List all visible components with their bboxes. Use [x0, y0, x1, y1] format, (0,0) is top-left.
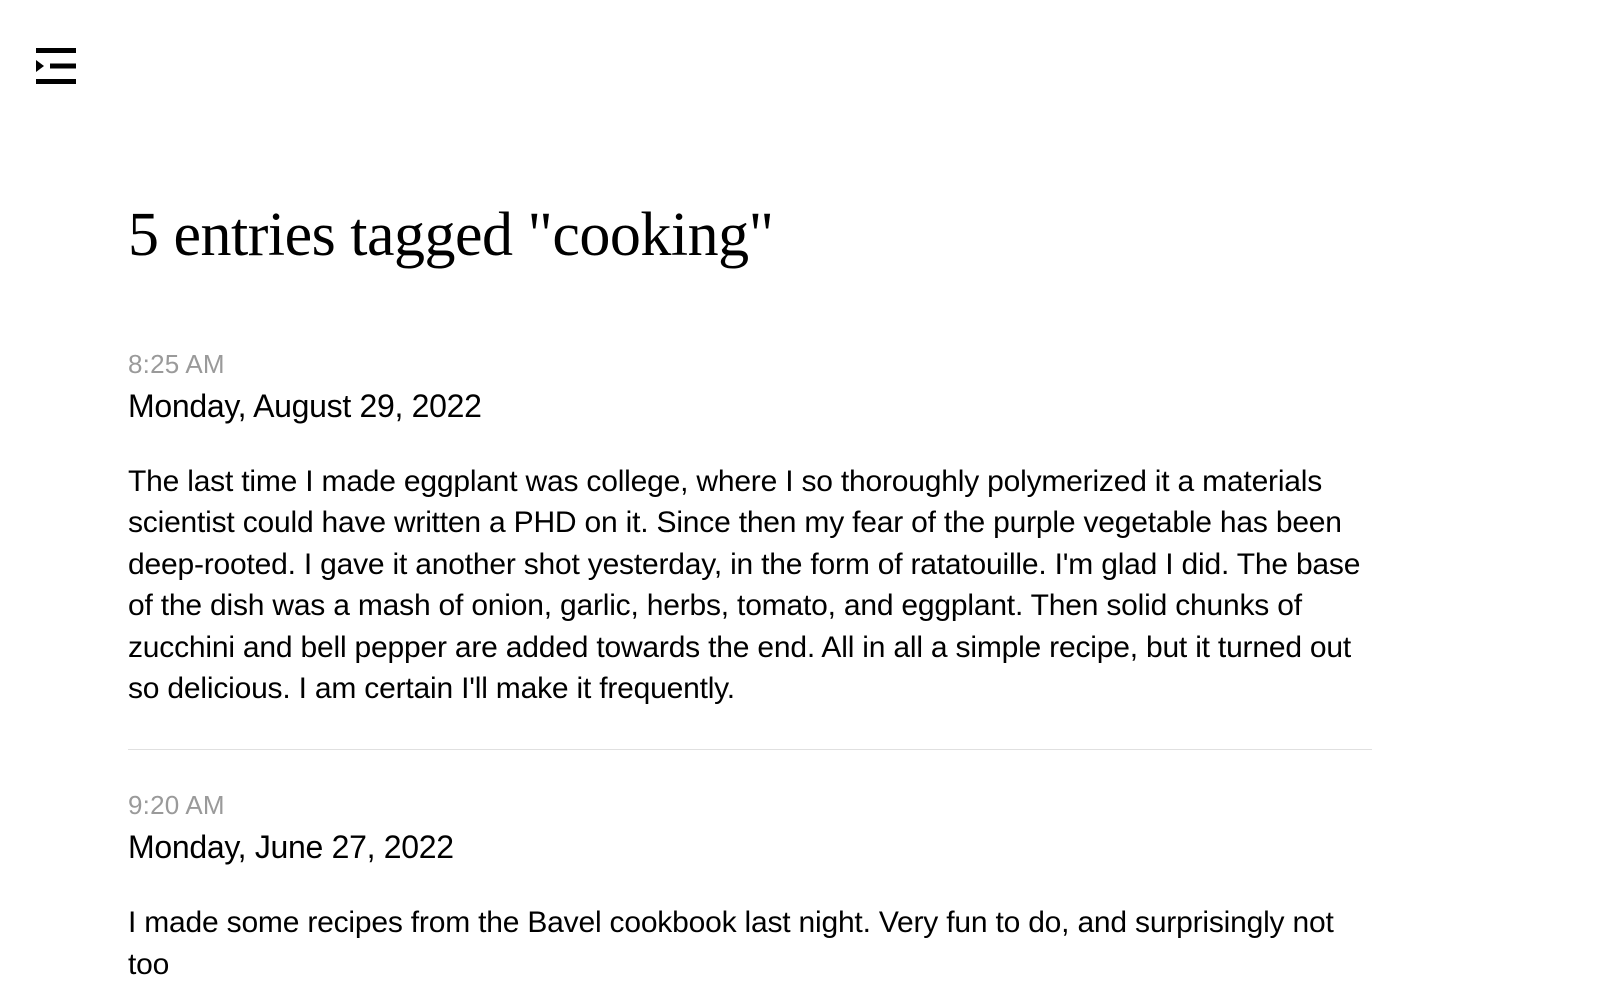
- entry-body: I made some recipes from the Bavel cookb…: [128, 902, 1372, 985]
- main-content: 5 entries tagged "cooking" 8:25 AM Monda…: [0, 0, 1500, 985]
- entry-divider: [128, 749, 1372, 750]
- entry-date[interactable]: Monday, August 29, 2022: [128, 388, 1372, 425]
- entry-date[interactable]: Monday, June 27, 2022: [128, 829, 1372, 866]
- entry-body: The last time I made eggplant was colleg…: [128, 461, 1372, 709]
- journal-entry: 9:20 AM Monday, June 27, 2022 I made som…: [128, 790, 1372, 985]
- page-title: 5 entries tagged "cooking": [128, 200, 1372, 271]
- entry-time: 8:25 AM: [128, 349, 1372, 380]
- hamburger-indent-icon: [36, 48, 76, 89]
- menu-toggle-button[interactable]: [36, 48, 76, 84]
- entry-time: 9:20 AM: [128, 790, 1372, 821]
- journal-entry: 8:25 AM Monday, August 29, 2022 The last…: [128, 349, 1372, 709]
